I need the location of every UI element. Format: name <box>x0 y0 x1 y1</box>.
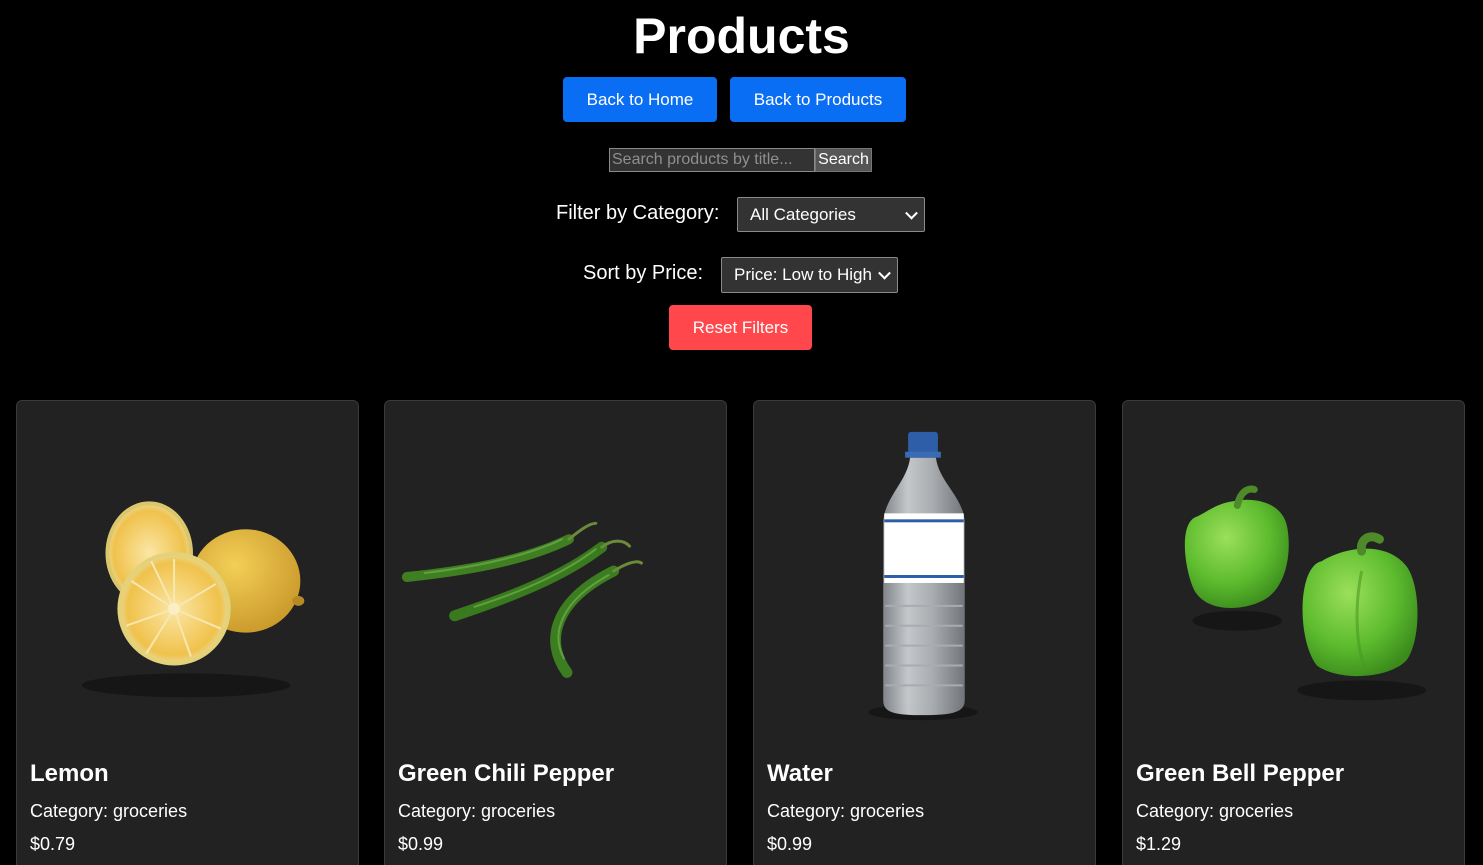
category-select-value: All Categories <box>750 204 856 224</box>
chili-pepper-image <box>385 401 726 751</box>
water-bottle-image <box>754 401 1095 751</box>
product-name[interactable]: Lemon <box>30 760 109 788</box>
product-card[interactable]: Green Bell Pepper Category: groceries $1… <box>1122 400 1465 865</box>
product-category: Category: groceries <box>767 801 925 821</box>
product-price: $0.99 <box>767 834 813 854</box>
chevron-down-icon <box>878 266 891 280</box>
product-category: Category: groceries <box>30 801 188 821</box>
search-input[interactable] <box>609 148 815 172</box>
product-category: Category: groceries <box>1136 801 1294 821</box>
product-name[interactable]: Green Chili Pepper <box>398 760 614 788</box>
product-name[interactable]: Green Bell Pepper <box>1136 760 1344 788</box>
product-card[interactable]: Water Category: groceries $0.99 <box>753 400 1096 865</box>
search-button[interactable]: Search <box>815 148 872 172</box>
chevron-down-icon <box>905 206 918 220</box>
category-select[interactable]: All Categories <box>737 197 925 232</box>
lemon-image <box>17 401 358 751</box>
back-to-products-button[interactable]: Back to Products <box>730 77 906 122</box>
bell-pepper-image <box>1123 401 1464 751</box>
sort-price-label: Sort by Price: <box>583 262 704 284</box>
product-price: $1.29 <box>1136 834 1182 854</box>
product-card[interactable]: Lemon Category: groceries $0.79 <box>16 400 359 865</box>
product-price: $0.99 <box>398 834 444 854</box>
product-category: Category: groceries <box>398 801 556 821</box>
product-price: $0.79 <box>30 834 76 854</box>
product-card[interactable]: Green Chili Pepper Category: groceries $… <box>384 400 727 865</box>
reset-filters-button[interactable]: Reset Filters <box>669 305 812 350</box>
product-name[interactable]: Water <box>767 760 833 788</box>
sort-select-value: Price: Low to High <box>734 265 872 284</box>
page-title: Products <box>633 8 850 64</box>
products-page: Products Back to Home Back to Products S… <box>0 0 1483 865</box>
back-to-home-button[interactable]: Back to Home <box>563 77 717 122</box>
category-filter-label: Filter by Category: <box>556 202 720 224</box>
sort-price-select[interactable]: Price: Low to High <box>721 257 898 293</box>
